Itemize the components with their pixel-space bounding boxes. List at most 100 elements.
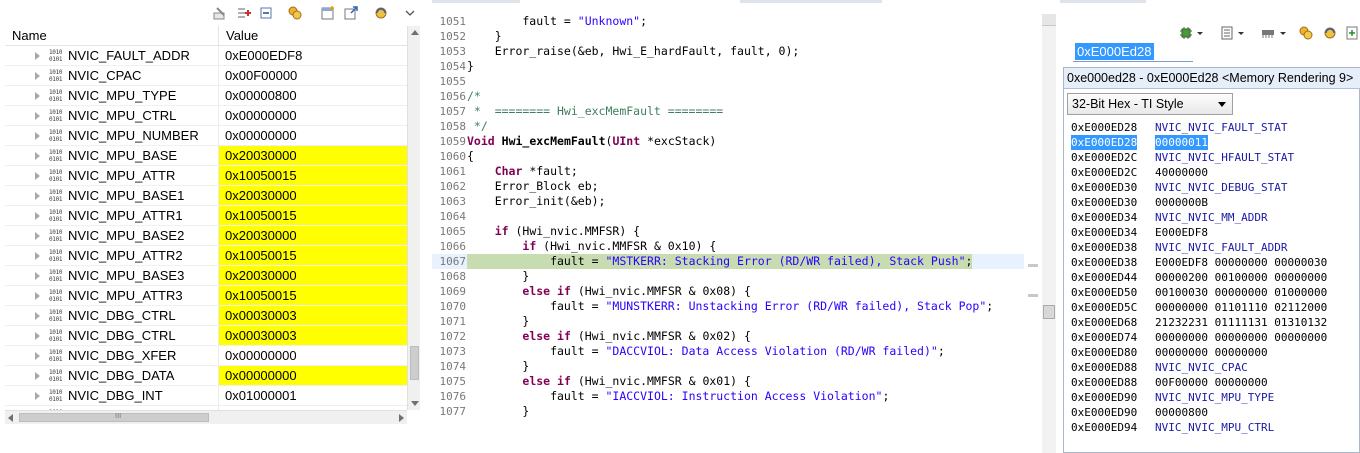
column-header-value[interactable]: Value: [219, 26, 407, 46]
code-line[interactable]: 1068 }: [432, 269, 1042, 284]
memory-row[interactable]: 0xE000ED88 NVIC_NVIC_CPAC: [1064, 360, 1360, 375]
scroll-thumb[interactable]: [19, 413, 209, 422]
register-value[interactable]: 0x00000000: [219, 126, 407, 146]
memory-symbol[interactable]: NVIC_NVIC_CPAC: [1155, 360, 1248, 375]
memory-address[interactable]: 0xE000ED2C: [1071, 165, 1137, 180]
memory-address[interactable]: 0xE000ED30: [1071, 180, 1137, 195]
code-text[interactable]: }: [467, 314, 529, 329]
code-line[interactable]: 1076 fault = "IACCVIOL: Instruction Acce…: [432, 389, 1042, 404]
code-line[interactable]: 1058 */: [432, 119, 1042, 134]
memory-row[interactable]: 0xE000ED90 00000800: [1064, 405, 1360, 420]
scroll-up-arrow-icon[interactable]: [411, 30, 419, 35]
register-name-cell[interactable]: 1010 0101 NVIC_MPU_NUMBER: [5, 126, 219, 146]
register-name-cell[interactable]: 1010 0101 NVIC_DBG_INT: [5, 386, 219, 406]
register-row[interactable]: 1010 0101 NVIC_MPU_NUMBER 0x00000000: [5, 126, 407, 146]
memory-stick-icon[interactable]: [1260, 25, 1276, 41]
memory-symbol[interactable]: NVIC_NVIC_FAULT_STAT: [1155, 120, 1287, 135]
code-line[interactable]: 1061 Char *fault;: [432, 164, 1042, 179]
memory-value[interactable]: 21232231 01111131 01310132: [1155, 315, 1327, 330]
code-line[interactable]: 1077 }: [432, 404, 1042, 419]
register-row[interactable]: 1010 0101 NVIC_DBG_CTRL 0x00030003: [5, 326, 407, 346]
registers-horizontal-scrollbar[interactable]: III: [5, 410, 407, 424]
memory-value[interactable]: 40000000: [1155, 165, 1208, 180]
register-value[interactable]: 0x20030000: [219, 146, 407, 166]
code-text[interactable]: * ======== Hwi_excMemFault ========: [467, 104, 723, 119]
view-menu-chevron-icon[interactable]: [402, 5, 418, 21]
code-text[interactable]: fault = "DACCVIOL: Data Access Violation…: [467, 344, 945, 359]
code-text[interactable]: Error_raise(&eb, Hwi_E_hardFault, fault,…: [467, 44, 800, 59]
memory-row[interactable]: 0xE000ED68 21232231 01111131 01310132: [1064, 315, 1360, 330]
scroll-right-arrow-icon[interactable]: [399, 414, 404, 422]
memory-row[interactable]: 0xE000ED34 E000EDF8: [1064, 225, 1360, 240]
code-line[interactable]: 1066 if (Hwi_nvic.MMFSR & 0x10) {: [432, 239, 1042, 254]
memory-stick-dropdown-icon[interactable]: [1278, 25, 1288, 41]
memory-address[interactable]: 0xE000ED80: [1071, 345, 1137, 360]
register-row[interactable]: 1010 0101 NVIC_MPU_ATTR3 0x10050015: [5, 286, 407, 306]
code-text[interactable]: Void Hwi_excMemFault(UInt *excStack): [467, 134, 716, 149]
memory-row[interactable]: 0xE000ED28 NVIC_NVIC_FAULT_STAT: [1064, 120, 1360, 135]
register-row[interactable]: 1010 0101 NVIC_DBG_XFER 0x00000000: [5, 346, 407, 366]
register-row[interactable]: 1010 0101 NVIC_MPU_TYPE 0x00000800: [5, 86, 407, 106]
register-name-cell[interactable]: 1010 0101 NVIC_MPU_ATTR1: [5, 206, 219, 226]
code-text[interactable]: fault = "IACCVIOL: Instruction Access Vi…: [467, 389, 889, 404]
code-text[interactable]: }: [467, 29, 502, 44]
register-name-cell[interactable]: 1010 0101 NVIC_MPU_TYPE: [5, 86, 219, 106]
register-row[interactable]: 1010 0101 NVIC_FAULT_ADDR 0xE000EDF8: [5, 46, 407, 66]
memory-value[interactable]: 00000000 00000000 00000000: [1155, 330, 1327, 345]
memory-address[interactable]: 0xE000ED5C: [1071, 300, 1137, 315]
code-line[interactable]: 1059 Void Hwi_excMemFault(UInt *excStack): [432, 134, 1042, 149]
register-name-cell[interactable]: 1010 0101 NVIC_DBG_CTRL: [5, 306, 219, 326]
code-line[interactable]: 1074 }: [432, 359, 1042, 374]
memory-row[interactable]: 0xE000ED94 NVIC_NVIC_MPU_CTRL: [1064, 420, 1360, 435]
code-text[interactable]: }: [467, 359, 529, 374]
code-text[interactable]: if (Hwi_nvic.MMFSR) {: [467, 224, 640, 239]
register-name-cell[interactable]: 1010 0101 NVIC_MPU_BASE3: [5, 266, 219, 286]
memory-address[interactable]: 0xE000ED38: [1071, 240, 1137, 255]
register-value[interactable]: 0x00F00000: [219, 66, 407, 86]
register-name-cell[interactable]: 1010 0101 NVIC_MPU_ATTR: [5, 166, 219, 186]
new-rendering-icon[interactable]: [1344, 25, 1360, 41]
register-row[interactable]: 1010 0101 NVIC_MPU_BASE3 0x20030000: [5, 266, 407, 286]
memory-row[interactable]: 0xE000ED74 00000000 00000000 00000000: [1064, 330, 1360, 345]
memory-rendering-tab[interactable]: 0xe000ed28 - 0xE000Ed28 <Memory Renderin…: [1064, 68, 1360, 89]
register-value[interactable]: 0x20030000: [219, 266, 407, 286]
register-value[interactable]: 0x10050015: [219, 246, 407, 266]
register-name-cell[interactable]: 1010 0101 NVIC_CPAC: [5, 66, 219, 86]
memory-address[interactable]: 0xE000ED94: [1071, 420, 1137, 435]
register-name-cell[interactable]: 1010 0101 NVIC_DBG_DATA: [5, 366, 219, 386]
register-value[interactable]: 0x00030003: [219, 306, 407, 326]
memory-value[interactable]: 00000011: [1155, 135, 1208, 150]
memory-address[interactable]: 0xE000ED44: [1071, 270, 1137, 285]
memory-address[interactable]: 0xE000ED34: [1071, 210, 1137, 225]
column-header-name[interactable]: Name: [5, 26, 219, 46]
memory-row[interactable]: 0xE000ED5C 00000000 01101110 02112000: [1064, 300, 1360, 315]
memory-row[interactable]: 0xE000ED88 00F00000 00000000: [1064, 375, 1360, 390]
register-value[interactable]: 0x00000000: [219, 366, 407, 386]
memory-value[interactable]: 00000800: [1155, 405, 1208, 420]
expand-arrow-icon[interactable]: [35, 192, 40, 200]
memory-address-input[interactable]: 0xE000Ed28: [1073, 43, 1193, 62]
scroll-up-button[interactable]: [1042, 14, 1056, 26]
scroll-thumb[interactable]: [1043, 305, 1055, 319]
register-row[interactable]: 1010 0101 NVIC_DBG_CTRL 0x00030003: [5, 306, 407, 326]
memory-row[interactable]: 0xE000ED34 NVIC_NVIC_MM_ADDR: [1064, 210, 1360, 225]
register-value[interactable]: 0x00000000: [219, 106, 407, 126]
edit-register-icon[interactable]: [212, 5, 228, 21]
register-name-cell[interactable]: 1010 0101 NVIC_MPU_BASE2: [5, 226, 219, 246]
code-text[interactable]: }: [467, 269, 529, 284]
memory-symbol[interactable]: NVIC_NVIC_MPU_CTRL: [1155, 420, 1274, 435]
expand-arrow-icon[interactable]: [35, 52, 40, 60]
expand-arrow-icon[interactable]: [35, 392, 40, 400]
memory-map-dropdown-icon[interactable]: [1236, 25, 1246, 41]
expand-arrow-icon[interactable]: [35, 312, 40, 320]
memory-row[interactable]: 0xE000ED38 NVIC_NVIC_FAULT_ADDR: [1064, 240, 1360, 255]
code-line[interactable]: 1072 else if (Hwi_nvic.MMFSR & 0x02) {: [432, 329, 1042, 344]
register-value[interactable]: 0x10050015: [219, 286, 407, 306]
memory-row[interactable]: 0xE000ED90 NVIC_NVIC_MPU_TYPE: [1064, 390, 1360, 405]
memory-row[interactable]: 0xE000ED38 E000EDF8 00000000 00000030: [1064, 255, 1360, 270]
code-text[interactable]: if (Hwi_nvic.MMFSR & 0x10) {: [467, 239, 716, 254]
memory-symbol[interactable]: NVIC_NVIC_MPU_TYPE: [1155, 390, 1274, 405]
code-line[interactable]: 1063 Error_init(&eb);: [432, 194, 1042, 209]
chip-icon[interactable]: [1178, 25, 1194, 41]
register-row[interactable]: 1010 0101 NVIC_MPU_BASE2 0x20030000: [5, 226, 407, 246]
